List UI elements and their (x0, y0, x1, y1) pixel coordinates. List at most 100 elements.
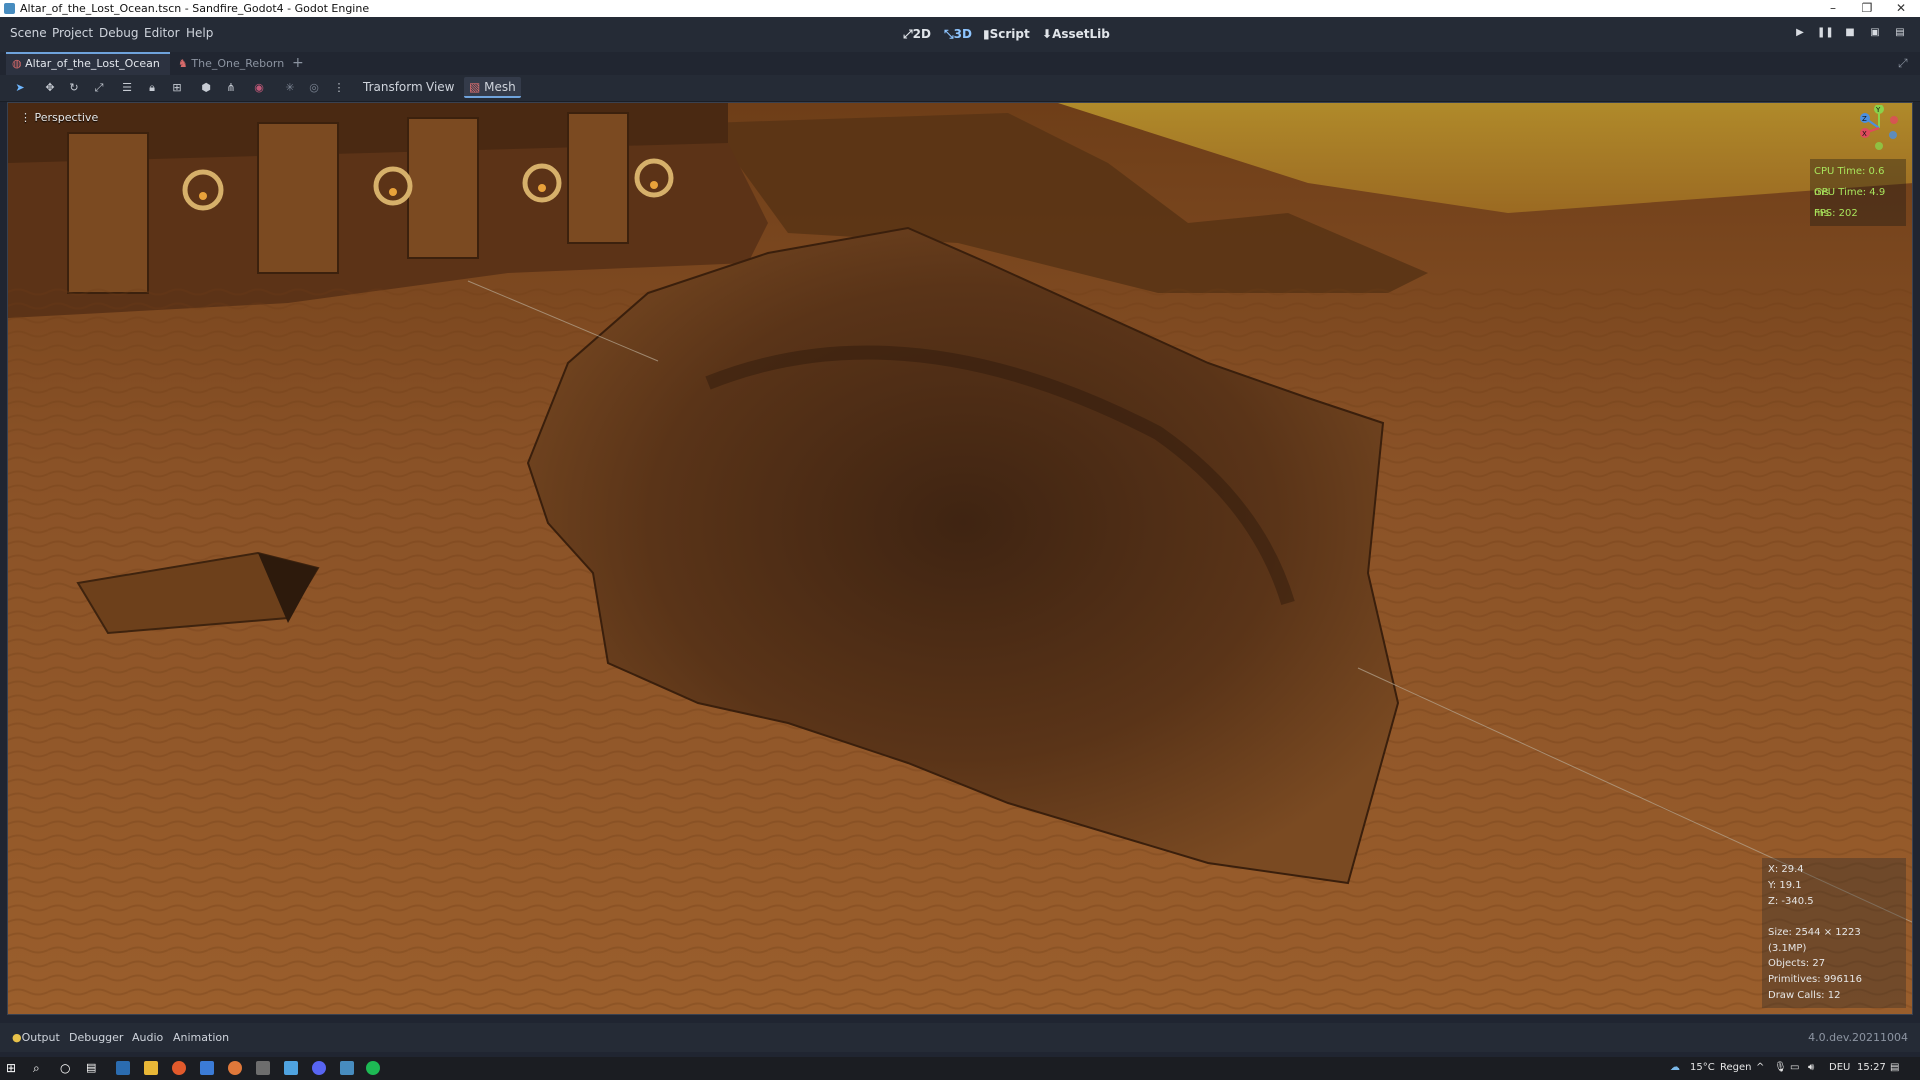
app-icon-1[interactable] (200, 1061, 214, 1075)
view-info-panel: X: 29.4 Y: 19.1 Z: -340.5 Size: 2544 × 1… (1762, 858, 1906, 1008)
scale-icon[interactable]: ⤢ (90, 80, 108, 96)
assetlib-icon: ⬇ (1042, 27, 1053, 41)
camera-y: Y: 19.1 (1768, 880, 1802, 891)
windows-taskbar: ⊞ ⌕ ○ ▤ ☁ 15°C Regen ^ 🎙︎ ▭ 🔊︎ DEU 15:27… (0, 1057, 1920, 1080)
restore-button[interactable]: ❐ (1850, 0, 1884, 17)
view-menu[interactable]: View (426, 80, 454, 94)
bottom-panel-bar: ●Output Debugger Audio Animation 4.0.dev… (0, 1023, 1920, 1052)
network-icon[interactable]: ▭ (1790, 1062, 1799, 1073)
camera-z: Z: -340.5 (1768, 896, 1814, 907)
camera-icon[interactable]: ◉ (250, 80, 268, 96)
clock[interactable]: 15:27 (1857, 1062, 1886, 1073)
mesh-menu[interactable]: ▧ Mesh (464, 77, 521, 98)
primitives-count: Primitives: 996116 (1768, 974, 1862, 985)
3d-button[interactable]: ⤡3D (944, 27, 972, 42)
assetlib-button[interactable]: ⬇AssetLib (1042, 27, 1110, 41)
menu-scene[interactable]: Scene (10, 26, 47, 40)
character-icon: ♞ (178, 57, 188, 70)
stop-icon[interactable]: ■ (1842, 27, 1858, 41)
blender-icon[interactable] (228, 1061, 242, 1075)
mesh-icon: ▧ (469, 80, 481, 94)
window-title: Altar_of_the_Lost_Ocean.tscn - Sandfire_… (20, 2, 370, 15)
play-icon[interactable]: ▶ (1792, 27, 1808, 41)
draw-calls-count: Draw Calls: 12 (1768, 990, 1841, 1001)
file-explorer-icon[interactable] (144, 1061, 158, 1075)
tab-audio[interactable]: Audio (132, 1031, 163, 1044)
sun-icon[interactable]: ✳ (281, 80, 299, 96)
minimize-button[interactable]: – (1816, 0, 1850, 17)
output-status-icon: ● (12, 1031, 22, 1044)
window-titlebar: Altar_of_the_Lost_Ocean.tscn - Sandfire_… (0, 0, 1920, 17)
app-icon-2[interactable] (256, 1061, 270, 1075)
menu-project[interactable]: Project (52, 26, 93, 40)
add-tab-button[interactable]: + (286, 52, 310, 75)
3d-viewport[interactable]: ⋮ Perspective Y Z X CPU Time: 0.6 ms GPU… (7, 102, 1913, 1015)
node3d-icon: ◍ (12, 57, 22, 70)
tab-the-one-reborn[interactable]: ♞ The_One_Reborn (172, 52, 290, 75)
pause-icon[interactable]: ❚❚ (1817, 27, 1834, 41)
scene-render (8, 103, 1912, 1014)
tab-altar-of-the-lost-ocean[interactable]: ◍ Altar_of_the_Lost_Ocean ✕ (6, 52, 170, 90)
tab-output[interactable]: ●Output (12, 1031, 60, 1044)
firefox-icon[interactable] (172, 1061, 186, 1075)
script-button[interactable]: ▮Script (983, 27, 1030, 41)
notifications-icon[interactable]: ▤ (1890, 1062, 1899, 1073)
microphone-icon[interactable]: 🎙︎ (1774, 1062, 1787, 1073)
windows-start-icon[interactable]: ⊞ (6, 1061, 20, 1075)
cpu-time: CPU Time: 0.6 ms (1814, 166, 1885, 198)
camera-x: X: 29.4 (1768, 864, 1804, 875)
lock-icon[interactable]: 🔒︎ (143, 80, 161, 96)
perspective-menu[interactable]: ⋮ Perspective (20, 111, 98, 124)
fps: FPS: 202 (1814, 208, 1858, 219)
more-icon[interactable]: ⋮ (330, 80, 348, 96)
discord-icon[interactable] (312, 1061, 326, 1075)
engine-version: 4.0.dev.20211004 (1808, 1031, 1908, 1044)
app-icon-3[interactable] (284, 1061, 298, 1075)
tray-chevron-icon[interactable]: ^ (1756, 1062, 1764, 1073)
language-indicator[interactable]: DEU (1829, 1062, 1850, 1073)
objects-count: Objects: 27 (1768, 958, 1826, 969)
spotify-icon[interactable] (366, 1061, 380, 1075)
distraction-free-icon[interactable]: ⤢ (1892, 52, 1914, 75)
group-icon[interactable]: ⊞ (168, 80, 186, 96)
close-window-button[interactable]: ✕ (1884, 0, 1918, 17)
godot-taskbar-icon[interactable] (340, 1061, 354, 1075)
snap-icon[interactable]: ⋔ (222, 80, 240, 96)
menu-editor[interactable]: Editor (144, 26, 180, 40)
play-scene-icon[interactable]: ▣ (1867, 27, 1883, 41)
play-custom-icon[interactable]: ▤ (1892, 27, 1908, 41)
gpu-time: GPU Time: 4.9 ms (1814, 187, 1886, 219)
mail-icon[interactable] (116, 1061, 130, 1075)
move-icon[interactable]: ✥ (41, 80, 59, 96)
select-icon[interactable]: ➤ (11, 80, 29, 96)
svg-text:Z: Z (1862, 115, 1867, 123)
menu-bar: Scene Project Debug Editor Help ⤢2D ⤡3D … (0, 17, 1920, 52)
local-space-icon[interactable]: ⬢ (197, 80, 215, 96)
godot-logo-icon (4, 3, 15, 14)
performance-panel: CPU Time: 0.6 ms GPU Time: 4.9 ms FPS: 2… (1810, 159, 1906, 226)
task-view-icon[interactable]: ▤ (86, 1061, 100, 1075)
cortana-icon[interactable]: ○ (60, 1061, 74, 1075)
weather-temp[interactable]: 15°C (1690, 1062, 1715, 1073)
environment-icon[interactable]: ◎ (305, 80, 323, 96)
transform-menu[interactable]: Transform (363, 80, 423, 94)
volume-icon[interactable]: 🔊︎ (1808, 1062, 1814, 1073)
list-select-icon[interactable]: ☰ (118, 80, 136, 96)
viewport-size: Size: 2544 × 1223 (3.1MP) (1768, 927, 1861, 954)
svg-text:Y: Y (1875, 106, 1881, 114)
3d-toolbar: ➤ ✥ ↻ ⤢ ☰ 🔒︎ ⊞ ⬢ ⋔ ◉ ✳ ◎ ⋮ Transform Vie… (0, 75, 1920, 102)
view-gizmo[interactable]: Y Z X (1856, 104, 1902, 151)
3d-icon: ⤡ (944, 27, 954, 41)
tab-debugger[interactable]: Debugger (69, 1031, 123, 1044)
menu-help[interactable]: Help (186, 26, 213, 40)
weather-icon: ☁ (1670, 1062, 1680, 1073)
2d-button[interactable]: ⤢2D (903, 27, 931, 42)
weather-text[interactable]: Regen (1720, 1062, 1752, 1073)
search-icon[interactable]: ⌕ (33, 1061, 47, 1075)
2d-icon: ⤢ (903, 27, 913, 41)
tab-animation[interactable]: Animation (173, 1031, 229, 1044)
svg-text:X: X (1862, 130, 1867, 138)
scene-tabs: ◍ Altar_of_the_Lost_Ocean ✕ ♞ The_One_Re… (0, 52, 1920, 90)
menu-debug[interactable]: Debug (99, 26, 138, 40)
rotate-icon[interactable]: ↻ (65, 80, 83, 96)
